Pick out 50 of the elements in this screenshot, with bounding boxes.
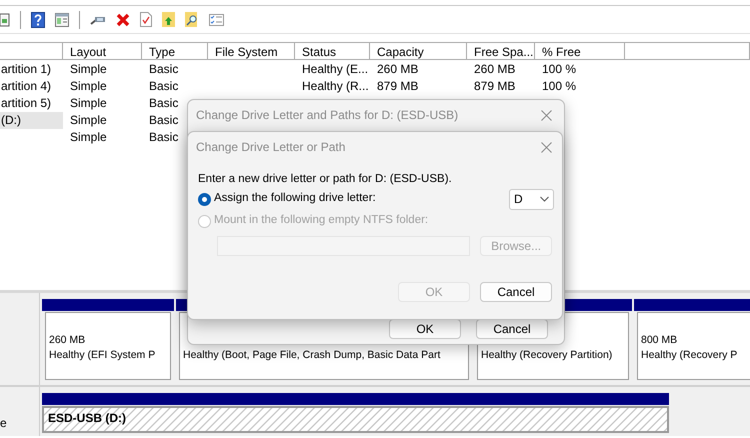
partition-text: 800 MB xyxy=(641,333,678,348)
table-cell: Basic xyxy=(149,113,178,127)
table-cell: Healthy (E... xyxy=(302,62,368,76)
chevron-down-icon[interactable] xyxy=(540,196,549,202)
dialog-button[interactable]: Cancel xyxy=(476,319,548,339)
table-cell: 100 % xyxy=(542,62,576,76)
table-cell: Basic xyxy=(149,79,178,93)
radio-label[interactable]: Assign the following drive letter: xyxy=(214,190,376,208)
partition-block[interactable]: ESD-USB (D:) xyxy=(42,406,669,433)
table-cell: Healthy (R... xyxy=(302,79,369,93)
close-icon[interactable] xyxy=(541,142,552,152)
partition-text: Healthy (Boot, Page File, Crash Dump, Basic Data Part xyxy=(183,348,442,363)
partition-block[interactable]: 260 MB Healthy (EFI System P xyxy=(45,312,171,380)
table-cell: 879 MB xyxy=(474,79,516,93)
volume-name[interactable]: (D:) xyxy=(0,112,63,129)
partition-text: Healthy (Recovery P xyxy=(641,348,738,363)
disk-label: e xyxy=(0,415,7,432)
partition-text: 260 MB xyxy=(49,333,86,348)
delete-icon[interactable] xyxy=(116,12,130,26)
window-icon[interactable] xyxy=(0,12,10,26)
help-icon[interactable] xyxy=(31,12,45,28)
partition-block[interactable]: 800 MB Healthy (Recovery P xyxy=(637,312,750,380)
dialog-prompt: Enter a new drive letter or path for D: (ESD-USB). xyxy=(198,172,453,186)
table-cell: Simple xyxy=(70,113,107,127)
radio-button[interactable] xyxy=(198,192,211,206)
drive-letter-dropdown[interactable]: D xyxy=(509,188,554,210)
table-cell: 260 MB xyxy=(377,62,418,76)
table-cell: Simple xyxy=(70,96,107,110)
panel-icon[interactable] xyxy=(55,12,69,26)
checklist-icon[interactable] xyxy=(209,14,224,26)
dialog-button[interactable]: OK xyxy=(389,319,461,339)
document-check-icon[interactable] xyxy=(140,12,152,27)
table-cell: Simple xyxy=(70,62,107,76)
folder-up-icon[interactable] xyxy=(162,12,175,27)
dialog-title: Change Drive Letter and Paths for D: (ESD-USB) xyxy=(196,107,458,124)
dialog-button[interactable]: Cancel xyxy=(480,282,552,302)
folder-search-icon[interactable] xyxy=(185,12,199,27)
table-cell: 260 MB xyxy=(474,62,516,76)
table-cell: Basic xyxy=(149,130,178,144)
table-cell: 879 MB xyxy=(377,79,418,93)
close-icon[interactable] xyxy=(541,110,552,120)
table-cell: 100 % xyxy=(542,79,576,93)
dialog-title: Change Drive Letter or Path xyxy=(196,139,346,156)
table-cell: Basic xyxy=(149,96,178,110)
table-cell: Basic xyxy=(149,62,178,76)
partition-text: Healthy (Recovery Partition) xyxy=(481,348,614,363)
partition-text: ESD-USB (D:) xyxy=(48,411,127,426)
partition-text: Healthy (EFI System P xyxy=(49,348,156,363)
table-cell: Simple xyxy=(70,79,107,93)
table-cell: Simple xyxy=(70,130,107,144)
